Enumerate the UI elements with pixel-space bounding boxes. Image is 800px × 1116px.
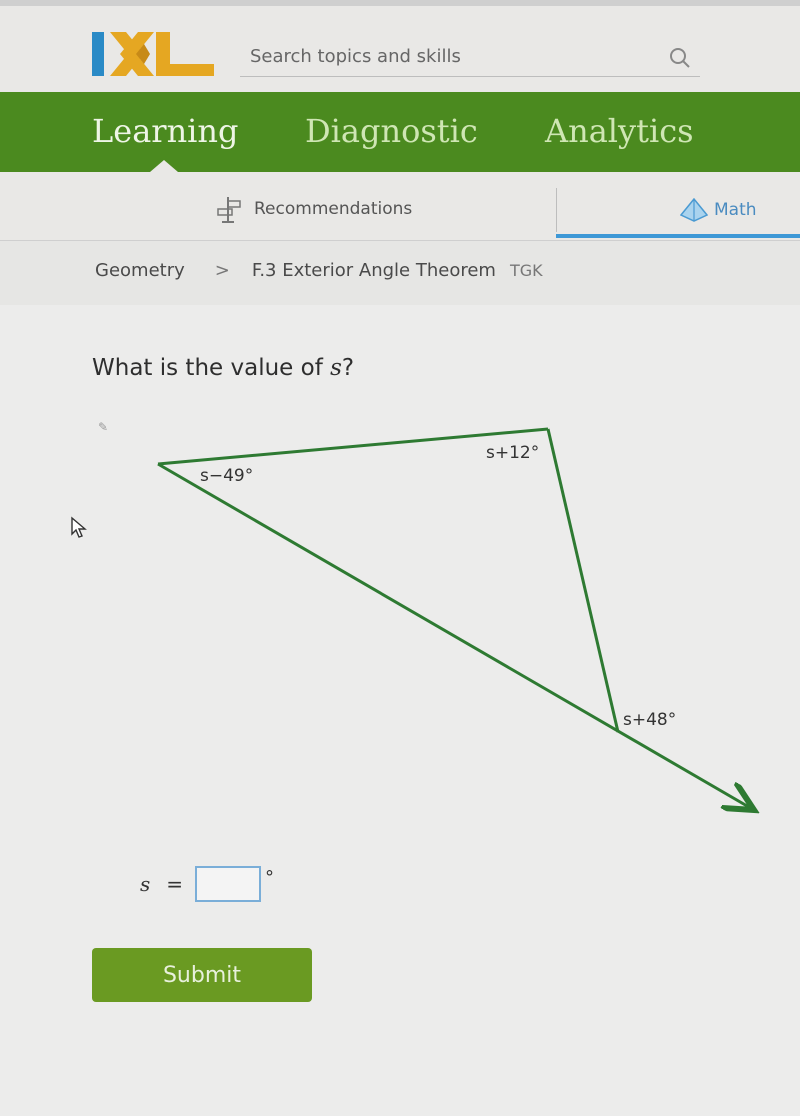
math-tab[interactable]: Math <box>680 198 757 222</box>
signpost-icon <box>217 197 241 223</box>
math-label: Math <box>714 200 757 220</box>
submit-button[interactable]: Submit <box>92 948 312 1002</box>
question-variable: s <box>330 355 342 381</box>
equals-sign: = <box>166 872 184 896</box>
skill-code: TGK <box>509 261 543 280</box>
breadcrumb-subject[interactable]: Geometry <box>95 260 185 281</box>
question-text: What is the value of s? <box>92 355 355 381</box>
subnav-divider <box>556 188 557 232</box>
pyramid-icon <box>680 198 708 222</box>
answer-row: s = ° <box>140 866 274 902</box>
search-bar <box>240 36 700 77</box>
breadcrumb: Geometry > F.3 Exterior Angle Theorem TG… <box>95 260 543 281</box>
top-bar <box>0 0 800 92</box>
breadcrumb-skill: F.3 Exterior Angle Theorem <box>251 260 496 281</box>
ixl-logo[interactable] <box>92 30 216 78</box>
mouse-cursor-icon <box>71 516 87 538</box>
nav-tab-learning[interactable]: Learning <box>92 112 239 150</box>
answer-variable: s <box>140 872 151 896</box>
angle-label-exterior: s+48° <box>623 710 677 730</box>
main-nav: Learning Diagnostic Analytics <box>0 92 800 172</box>
triangle-side-bottom-extended <box>157 462 754 810</box>
nav-tab-analytics[interactable]: Analytics <box>545 112 694 150</box>
recommendations-label: Recommendations <box>254 199 413 219</box>
triangle-side-right <box>546 428 620 733</box>
search-input[interactable] <box>248 40 652 72</box>
angle-label-top-right: s+12° <box>486 443 540 463</box>
math-tab-underline <box>556 234 800 238</box>
recommendations-link[interactable]: Recommendations <box>216 194 412 224</box>
sub-nav: Recommendations Math <box>0 172 800 241</box>
breadcrumb-separator: > <box>214 260 230 281</box>
nav-tab-diagnostic[interactable]: Diagnostic <box>305 112 478 150</box>
triangle-diagram <box>157 427 800 840</box>
search-icon[interactable] <box>668 46 692 70</box>
angle-label-left: s−49° <box>200 466 254 486</box>
answer-input[interactable] <box>195 866 262 902</box>
degree-symbol: ° <box>265 866 275 888</box>
active-tab-indicator <box>150 160 178 172</box>
